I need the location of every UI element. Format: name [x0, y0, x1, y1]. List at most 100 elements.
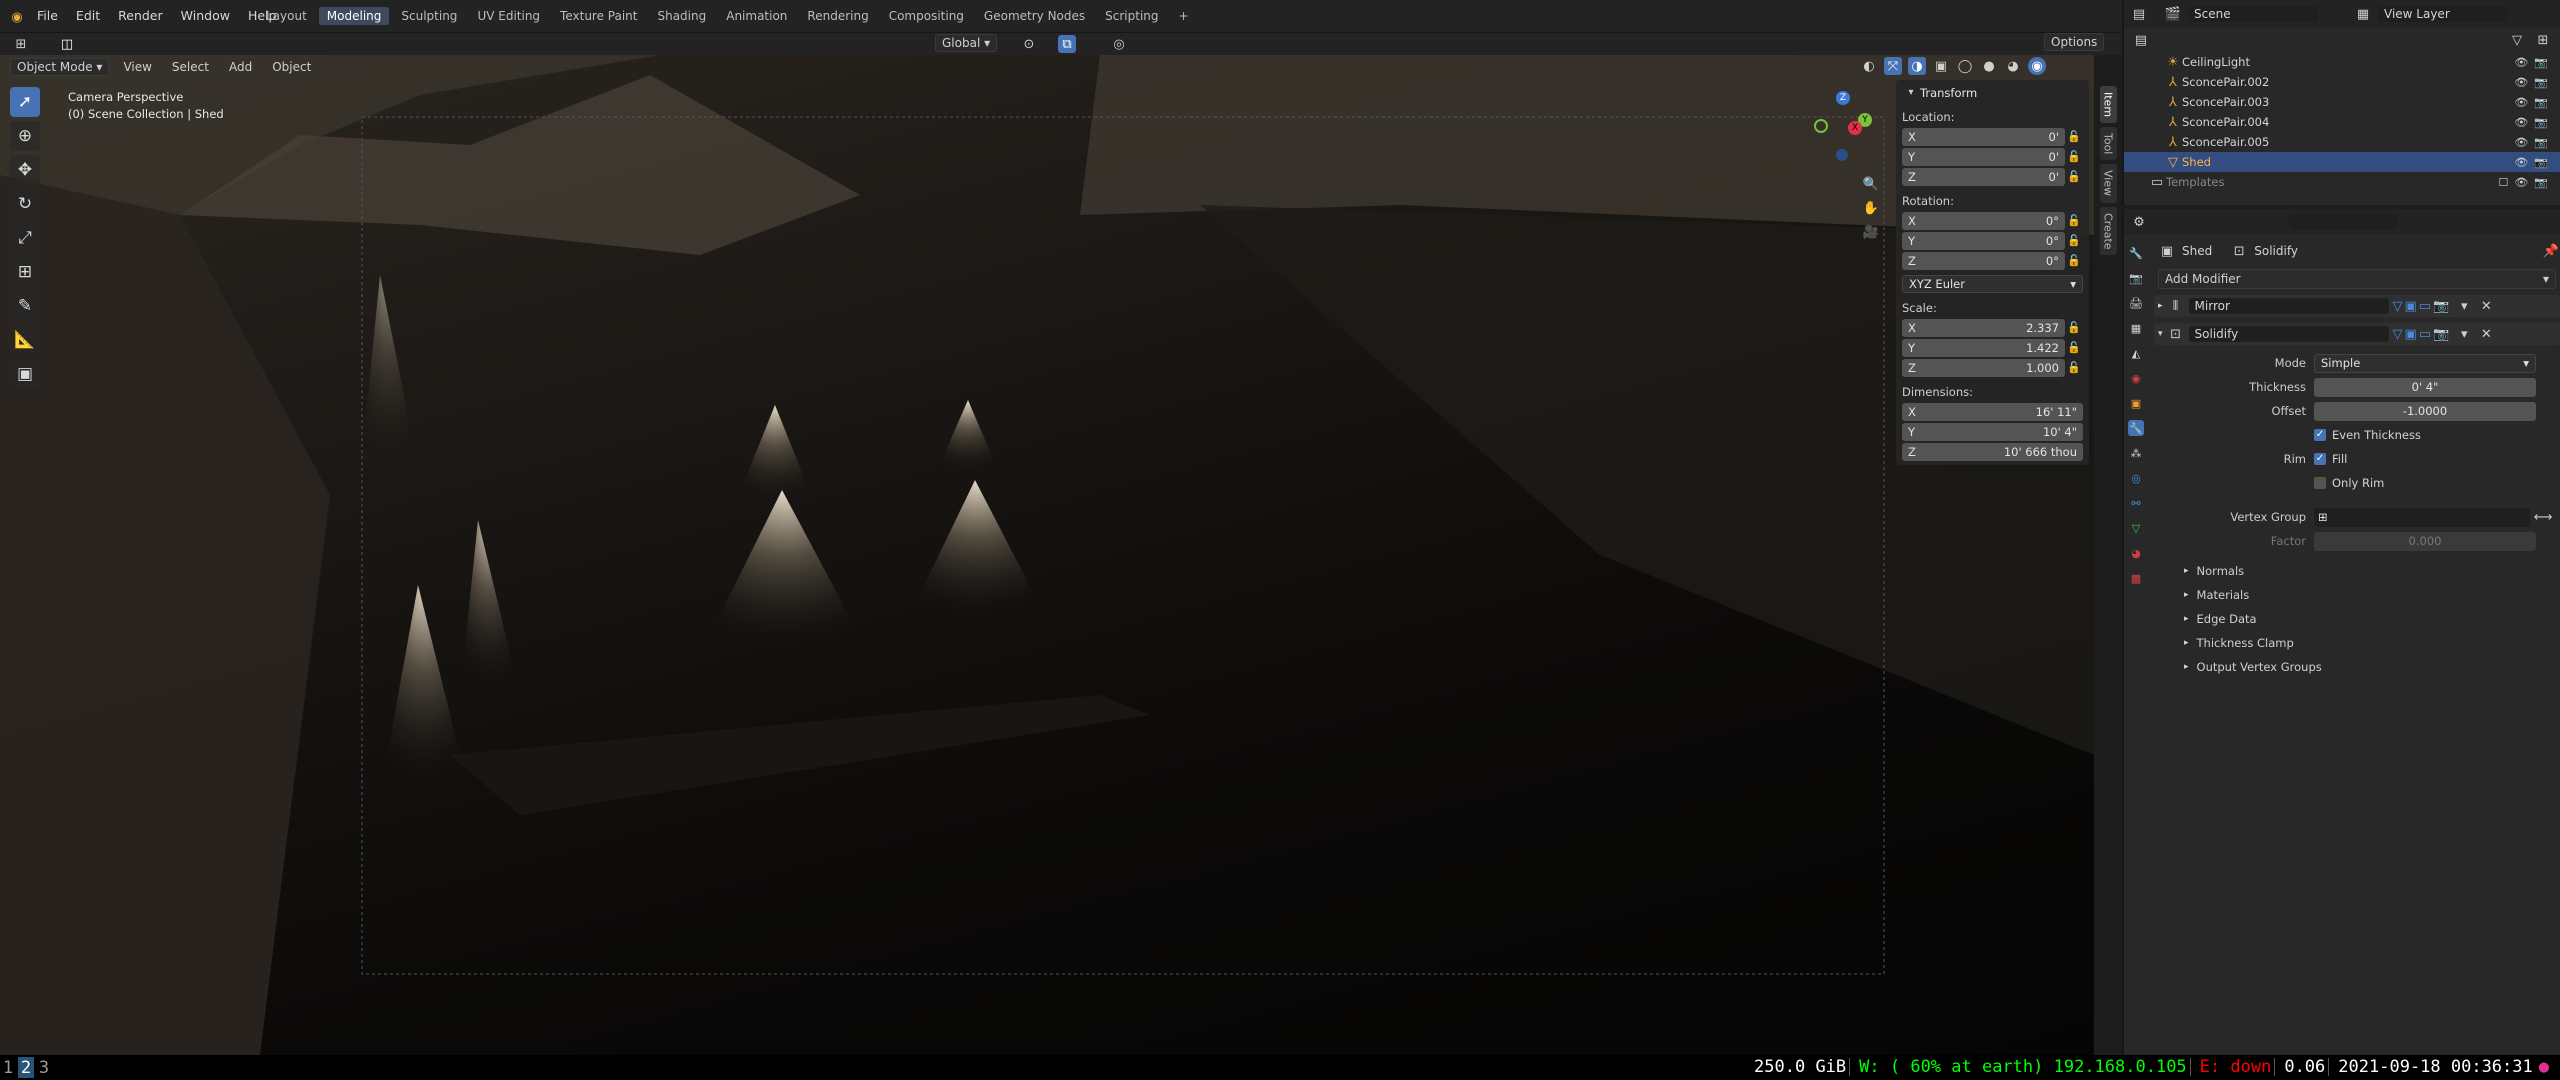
menu-view[interactable]: View — [117, 59, 157, 75]
overlay-toggle-icon[interactable]: ◑ — [1908, 57, 1926, 75]
move-tool-icon[interactable]: ✥ — [10, 155, 40, 185]
navigation-gizmo[interactable]: Z Y X — [1806, 91, 1876, 161]
outliner-item-sconcepair-005[interactable]: ⅄ SconcePair.005 👁📷 — [2124, 132, 2560, 152]
modifier-name-field[interactable]: Mirror — [2188, 298, 2389, 314]
modifier-solidify-header[interactable]: ▾ ⊡ Solidify ▽▣▭📷 ▾ ✕ — [2154, 323, 2560, 345]
lock-icon[interactable]: 🔓 — [2065, 130, 2083, 143]
visibility-icons[interactable]: 👁📷 — [2514, 116, 2554, 129]
3d-viewport[interactable]: Object Mode ▾ View Select Add Object ◐ ⤧… — [0, 55, 2094, 1055]
display-mode-icon[interactable]: ▤ — [2132, 31, 2150, 49]
pivot-icon[interactable]: ⊙ — [1020, 35, 1038, 53]
view-layer-icon[interactable]: ▦ — [2354, 5, 2372, 23]
add-modifier-button[interactable]: Add Modifier ▾ — [2158, 269, 2556, 289]
visibility-icon[interactable]: ◐ — [1860, 57, 1878, 75]
vertex-group-field[interactable]: ⊞ — [2314, 507, 2530, 527]
tray-icon[interactable]: ● — [2536, 1057, 2552, 1077]
material-tab-icon[interactable]: ◕ — [2128, 545, 2144, 561]
fill-checkbox[interactable]: ✓ — [2314, 453, 2326, 465]
subpanel-thickness-clamp[interactable]: ▸ Thickness Clamp — [2154, 631, 2560, 655]
view-layer-tab-icon[interactable]: ▦ — [2128, 320, 2144, 336]
tab-uv-editing[interactable]: UV Editing — [469, 7, 548, 25]
even-thickness-checkbox[interactable]: ✓ — [2314, 429, 2326, 441]
view-layer-field[interactable]: View Layer — [2378, 6, 2508, 22]
visibility-icons[interactable]: 👁📷 — [2514, 56, 2554, 69]
outliner-item-ceilinglight[interactable]: ☀ CeilingLight 👁📷 — [2124, 52, 2560, 72]
mode-select[interactable]: Object Mode ▾ — [10, 58, 110, 76]
workspace-1[interactable]: 1 — [0, 1057, 16, 1078]
tab-tool[interactable]: Tool — [2099, 127, 2117, 161]
dimensions-x-field[interactable]: X 16' 11" — [1902, 402, 2083, 421]
close-icon[interactable]: ✕ — [2477, 325, 2495, 343]
constraints-tab-icon[interactable]: ⚯ — [2128, 495, 2144, 511]
axis-x-icon[interactable]: X — [1848, 121, 1862, 135]
expand-arrow-icon[interactable]: ▸ — [2158, 301, 2163, 311]
material-shading-icon[interactable]: ◕ — [2004, 57, 2022, 75]
scene-name-field[interactable]: Scene — [2188, 6, 2318, 22]
mode-select[interactable]: Simple ▾ — [2314, 353, 2536, 373]
menu-object[interactable]: Object — [266, 59, 317, 75]
rotation-y-field[interactable]: Y 0° 🔓 — [1902, 231, 2083, 250]
outliner-item-sconcepair-003[interactable]: ⅄ SconcePair.003 👁📷 — [2124, 92, 2560, 112]
modifier-toggle-icons[interactable]: ▽▣▭📷 — [2393, 297, 2452, 315]
tab-view[interactable]: View — [2099, 164, 2117, 203]
measure-tool-icon[interactable]: 📐 — [10, 325, 40, 355]
proportional-edit-icon[interactable]: ◎ — [1110, 35, 1128, 53]
xray-icon[interactable]: ▣ — [1932, 57, 1950, 75]
subpanel-edge-data[interactable]: ▸ Edge Data — [2154, 607, 2560, 631]
menu-edit[interactable]: Edit — [67, 8, 109, 23]
particles-tab-icon[interactable]: ⁂ — [2128, 445, 2144, 461]
thickness-field[interactable]: 0' 4" — [2314, 377, 2536, 397]
menu-file[interactable]: File — [28, 8, 67, 23]
lock-icon[interactable]: 🔓 — [2065, 170, 2083, 183]
blender-logo-icon[interactable]: ◉ — [8, 8, 26, 26]
modifier-name-field[interactable]: Solidify — [2188, 326, 2389, 342]
dimensions-z-field[interactable]: Z 10' 666 thou — [1902, 442, 2083, 461]
texture-tab-icon[interactable]: ▩ — [2128, 570, 2144, 586]
add-workspace-button[interactable]: + — [1171, 7, 1197, 25]
lock-icon[interactable]: 🔓 — [2065, 214, 2083, 227]
workspace-3[interactable]: 3 — [36, 1057, 52, 1078]
scale-y-field[interactable]: Y 1.422 🔓 — [1902, 338, 2083, 357]
tab-sculpting[interactable]: Sculpting — [393, 7, 465, 25]
filter-icon[interactable]: ▽ — [2508, 31, 2526, 49]
only-rim-checkbox[interactable] — [2314, 477, 2326, 489]
menu-select[interactable]: Select — [166, 59, 215, 75]
render-tab-icon[interactable]: 📷 — [2128, 270, 2144, 286]
tab-modeling[interactable]: Modeling — [318, 7, 390, 25]
visibility-icons[interactable]: 👁📷 — [2514, 136, 2554, 149]
cursor-tool-icon[interactable]: ⊕ — [10, 121, 40, 151]
world-tab-icon[interactable]: ◉ — [2128, 370, 2144, 386]
tab-geometry-nodes[interactable]: Geometry Nodes — [976, 7, 1093, 25]
physics-tab-icon[interactable]: ◎ — [2128, 470, 2144, 486]
menu-window[interactable]: Window — [172, 8, 239, 23]
subpanel-output-vertex-groups[interactable]: ▸ Output Vertex Groups — [2154, 655, 2560, 679]
outliner-item-templates[interactable]: ▭ Templates ☐👁📷 — [2124, 172, 2560, 192]
scale-tool-icon[interactable]: ⤢ — [10, 223, 40, 253]
outliner-item-shed[interactable]: ▽ Shed 👁📷 — [2124, 152, 2560, 172]
object-tab-icon[interactable]: ▣ — [2128, 395, 2144, 411]
dimensions-y-field[interactable]: Y 10' 4" — [1902, 422, 2083, 441]
tab-texture-paint[interactable]: Texture Paint — [552, 7, 645, 25]
scale-x-field[interactable]: X 2.337 🔓 — [1902, 318, 2083, 337]
visibility-icons[interactable]: ☐👁📷 — [2498, 176, 2554, 189]
transform-orientation-select[interactable]: Global ▾ — [935, 34, 998, 52]
scale-z-field[interactable]: Z 1.000 🔓 — [1902, 358, 2083, 377]
modifier-mirror-header[interactable]: ▸ ⫴ Mirror ▽▣▭📷 ▾ ✕ — [2154, 295, 2560, 317]
rotate-tool-icon[interactable]: ↻ — [10, 189, 40, 219]
select-tool-icon[interactable]: ➚ — [10, 87, 40, 117]
visibility-icons[interactable]: 👁📷 — [2514, 76, 2554, 89]
transform-tool-icon[interactable]: ⊞ — [10, 257, 40, 287]
only-rim-row[interactable]: Only Rim — [2154, 471, 2560, 495]
output-tab-icon[interactable]: 🖨 — [2128, 295, 2144, 311]
even-thickness-row[interactable]: ✓ Even Thickness — [2154, 423, 2560, 447]
axis-neg-z-icon[interactable] — [1836, 149, 1848, 161]
menu-add[interactable]: Add — [223, 59, 258, 75]
modifier-tab-icon[interactable]: 🔧 — [2128, 420, 2144, 436]
rotation-x-field[interactable]: X 0° 🔓 — [1902, 211, 2083, 230]
lock-icon[interactable]: 🔓 — [2065, 234, 2083, 247]
lock-icon[interactable]: 🔓 — [2065, 341, 2083, 354]
scene-tab-icon[interactable]: ◭ — [2128, 345, 2144, 361]
select-box-icon[interactable]: ◫ — [58, 35, 76, 53]
gizmo-toggle-icon[interactable]: ⤧ — [1884, 57, 1902, 75]
data-tab-icon[interactable]: ▽ — [2128, 520, 2144, 536]
